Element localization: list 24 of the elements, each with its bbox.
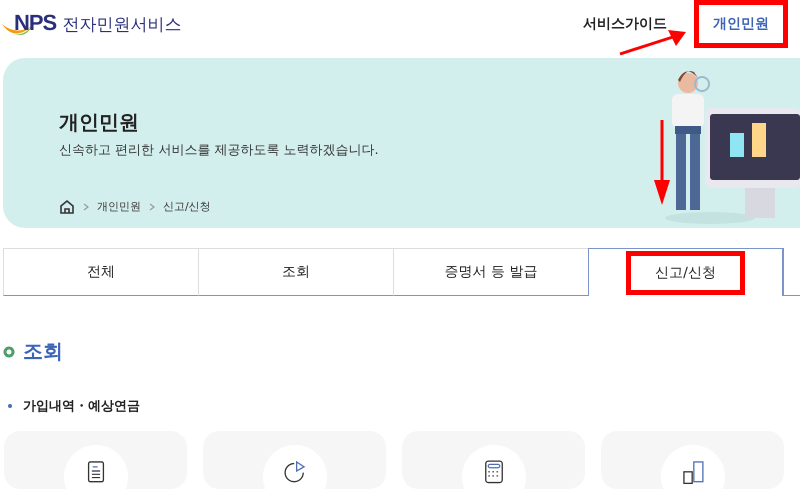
breadcrumb-link[interactable]: 개인민원 bbox=[97, 199, 141, 214]
service-card[interactable] bbox=[203, 431, 386, 489]
nav-link[interactable]: 개인민원 bbox=[694, 0, 788, 48]
ring-bullet-icon bbox=[3, 346, 15, 358]
page-title: 개인민원 bbox=[59, 109, 140, 136]
service-card[interactable] bbox=[402, 431, 585, 489]
chevron-icon bbox=[83, 202, 89, 210]
logo-text: NPS bbox=[14, 10, 56, 36]
breadcrumb-link[interactable]: 신고/신청 bbox=[163, 199, 211, 214]
tab[interactable]: 조회 bbox=[198, 248, 393, 296]
home-icon bbox=[59, 199, 75, 214]
page-subtitle: 신속하고 편리한 서비스를 제공하도록 노력하겠습니다. bbox=[59, 142, 379, 159]
service-name: 전자민원서비스 bbox=[62, 14, 182, 36]
service-card[interactable] bbox=[601, 431, 784, 489]
chevron-icon bbox=[149, 202, 155, 210]
section-title: 조회 bbox=[23, 338, 63, 365]
service-card[interactable] bbox=[4, 431, 187, 489]
tab-bar-edge bbox=[783, 248, 800, 296]
tab[interactable]: 증명서 등 발급 bbox=[393, 248, 588, 296]
bullet-icon bbox=[7, 403, 13, 409]
tab[interactable]: 신고/신청 bbox=[588, 248, 783, 296]
subsection-title: 가입내역・예상연금 bbox=[23, 398, 140, 415]
nav-link[interactable]: 서비스가이드 bbox=[564, 0, 686, 48]
tab[interactable]: 전체 bbox=[3, 248, 198, 296]
